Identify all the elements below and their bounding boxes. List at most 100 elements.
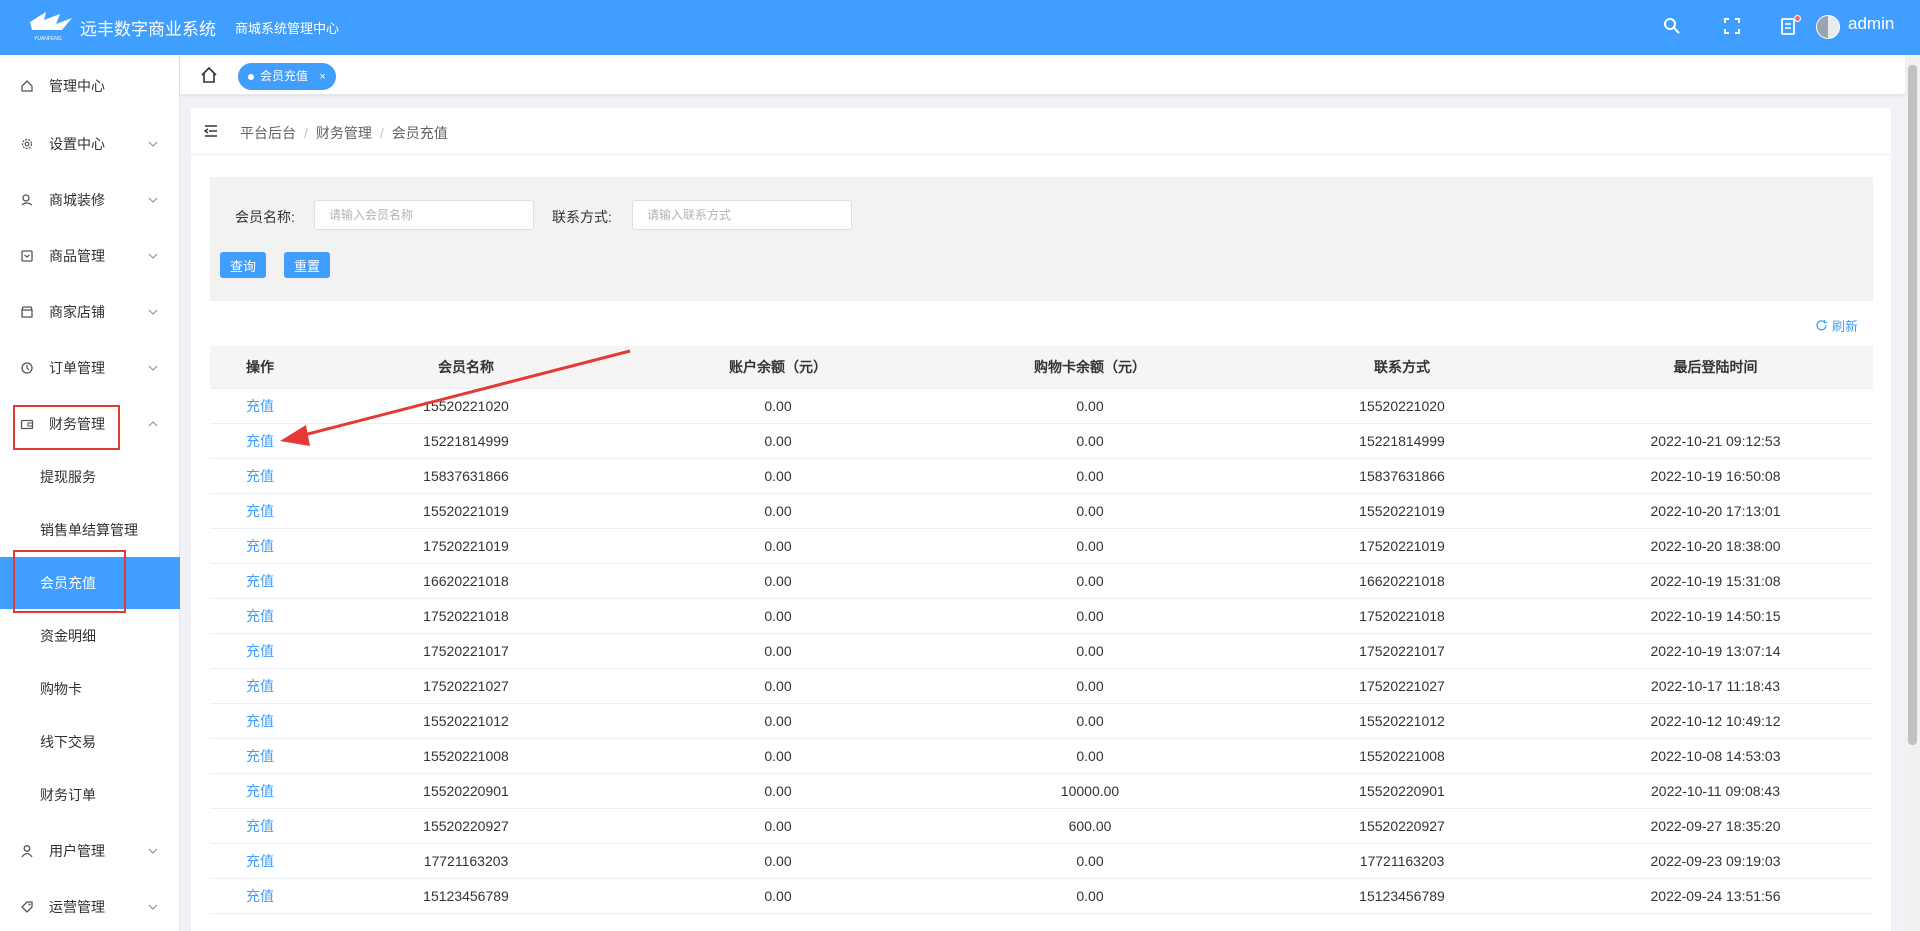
refresh-button[interactable]: 刷新 [1815,316,1858,335]
recharge-link[interactable]: 充值 [210,396,310,416]
refresh-icon [1816,320,1827,331]
sidebar-item-label: 商品管理 [49,248,105,264]
contact-input[interactable] [632,200,852,230]
fullscreen-icon[interactable] [1722,16,1742,36]
recharge-link[interactable]: 充值 [210,816,310,836]
table-cell: 0.00 [764,888,792,904]
table-cell: 17721163203 [423,853,509,869]
sidebar-subitem-label: 线下交易 [40,734,96,750]
order-icon [21,362,33,374]
table-cell: 2022-09-24 13:51:56 [1650,888,1781,904]
column-header: 会员名称 [438,359,494,375]
avatar[interactable] [1816,15,1840,39]
breadcrumb-item: 会员充值 [391,125,448,141]
sidebar-subitem-fund-detail[interactable]: 资金明细 [0,610,180,662]
table-cell: 15520221019 [423,503,509,519]
recharge-link[interactable]: 充值 [210,431,310,451]
chevron-down-icon [148,141,158,147]
table-cell: 0.00 [764,538,792,554]
search-icon[interactable] [1662,16,1682,36]
sidebar-item-dashboard[interactable]: 管理中心 [0,58,180,114]
sidebar-subitem-shopping-card[interactable]: 购物卡 [0,663,180,715]
table-cell: 0.00 [1076,608,1104,624]
query-button[interactable]: 查询 [220,252,267,278]
breadcrumb-row: 平台后台 / 财务管理 / 会员充值 [191,108,1891,155]
menu-fold-icon[interactable] [203,123,219,139]
table-cell: 17520221027 [423,678,509,694]
breadcrumb: 平台后台 / 财务管理 / 会员充值 [240,123,448,143]
table-cell: 15520221012 [1359,713,1445,729]
recharge-link[interactable]: 充值 [210,571,310,591]
table-cell: 10000.00 [1060,783,1120,799]
recharge-link[interactable]: 充值 [210,746,310,766]
sidebar-subitem-offline-trade[interactable]: 线下交易 [0,716,180,768]
table-row: 充值 15520220901 0.00 10000.00 15520220901 2022… [210,774,1873,809]
search-panel: 会员名称: 联系方式: 查询 重置 [210,177,1873,301]
recharge-link[interactable]: 充值 [210,641,310,661]
tab-member-recharge[interactable]: 会员充值 × [238,63,336,90]
breadcrumb-separator: / [304,125,308,141]
username[interactable]: admin [1848,14,1894,34]
page-scrollbar[interactable] [1905,55,1920,931]
reset-button[interactable]: 重置 [284,252,331,278]
main-card: 平台后台 / 财务管理 / 会员充值 会员名称: 联系方式: 查询 重置 刷新 操作 会… [191,108,1891,931]
recharge-link[interactable]: 充值 [210,781,310,801]
recharge-link[interactable]: 充值 [210,466,310,486]
scrollbar-thumb[interactable] [1908,65,1917,745]
sidebar-item-orders[interactable]: 订单管理 [0,340,180,396]
sidebar-item-stores[interactable]: 商家店铺 [0,284,180,340]
table-cell: 15520221008 [1359,748,1445,764]
table-cell: 0.00 [764,713,792,729]
sidebar-subitem-label: 提现服务 [40,469,96,485]
recharge-link[interactable]: 充值 [210,886,310,906]
sidebar-subitem-finance-orders[interactable]: 财务订单 [0,769,180,821]
chevron-down-icon [148,197,158,203]
table-cell: 2022-10-17 11:18:43 [1651,678,1780,694]
table-cell: 2022-09-27 18:35:20 [1650,818,1781,834]
chevron-up-icon [148,421,158,427]
table-cell: 15123456789 [423,888,509,904]
sidebar-item-decoration[interactable]: 商城装修 [0,172,180,228]
sidebar-item-label: 设置中心 [49,136,105,152]
recharge-link[interactable]: 充值 [210,851,310,871]
table-cell: 2022-10-19 14:50:15 [1650,608,1781,624]
home-icon[interactable] [200,66,218,84]
recharge-link[interactable]: 充值 [210,536,310,556]
table-cell: 600.00 [1068,818,1112,834]
logo-icon: YUANFENG [30,12,72,42]
sidebar-subitem-settlement[interactable]: 销售单结算管理 [0,504,180,556]
recharge-link[interactable]: 充值 [210,676,310,696]
table-cell: 15520221020 [1359,398,1445,414]
close-icon[interactable]: × [319,71,325,83]
sidebar-item-users[interactable]: 用户管理 [0,823,180,879]
sidebar-item-settings[interactable]: 设置中心 [0,116,180,172]
top-header: YUANFENG 远丰数字商业系统 商城系统管理中心 admin [0,0,1920,55]
table-row: 充值 15520221020 0.00 0.00 15520221020 [210,389,1873,424]
table-row: 充值 17520221018 0.00 0.00 17520221018 2022-10-… [210,599,1873,634]
recharge-link[interactable]: 充值 [210,501,310,521]
table-row: 充值 15520221008 0.00 0.00 15520221008 2022-10-… [210,739,1873,774]
chevron-down-icon [148,904,158,910]
decoration-icon [21,194,33,206]
sidebar-item-goods[interactable]: 商品管理 [0,228,180,284]
sidebar-item-operations[interactable]: 运营管理 [0,879,180,931]
sidebar-item-label: 管理中心 [49,78,105,94]
recharge-link[interactable]: 充值 [210,606,310,626]
table-row: 充值 15520221019 0.00 0.00 15520221019 2022-10-… [210,494,1873,529]
sidebar-item-label: 商家店铺 [49,304,105,320]
table-cell: 0.00 [1076,573,1104,589]
recharge-link[interactable]: 充值 [210,711,310,731]
table-cell: 15123456789 [1359,888,1445,904]
table-cell: 0.00 [764,748,792,764]
table-row: 充值 15221814999 0.00 0.00 15221814999 2022-10-… [210,424,1873,459]
table-cell: 0.00 [1076,853,1104,869]
table-cell: 0.00 [1076,433,1104,449]
table-cell: 15221814999 [1359,433,1445,449]
table-cell: 0.00 [1076,888,1104,904]
breadcrumb-item[interactable]: 财务管理 [316,125,372,141]
member-name-input[interactable] [314,200,534,230]
table-cell: 17520221017 [423,643,509,659]
breadcrumb-item[interactable]: 平台后台 [240,125,296,141]
table-cell: 17520221019 [1359,538,1445,554]
sidebar-subitem-withdraw[interactable]: 提现服务 [0,451,180,503]
